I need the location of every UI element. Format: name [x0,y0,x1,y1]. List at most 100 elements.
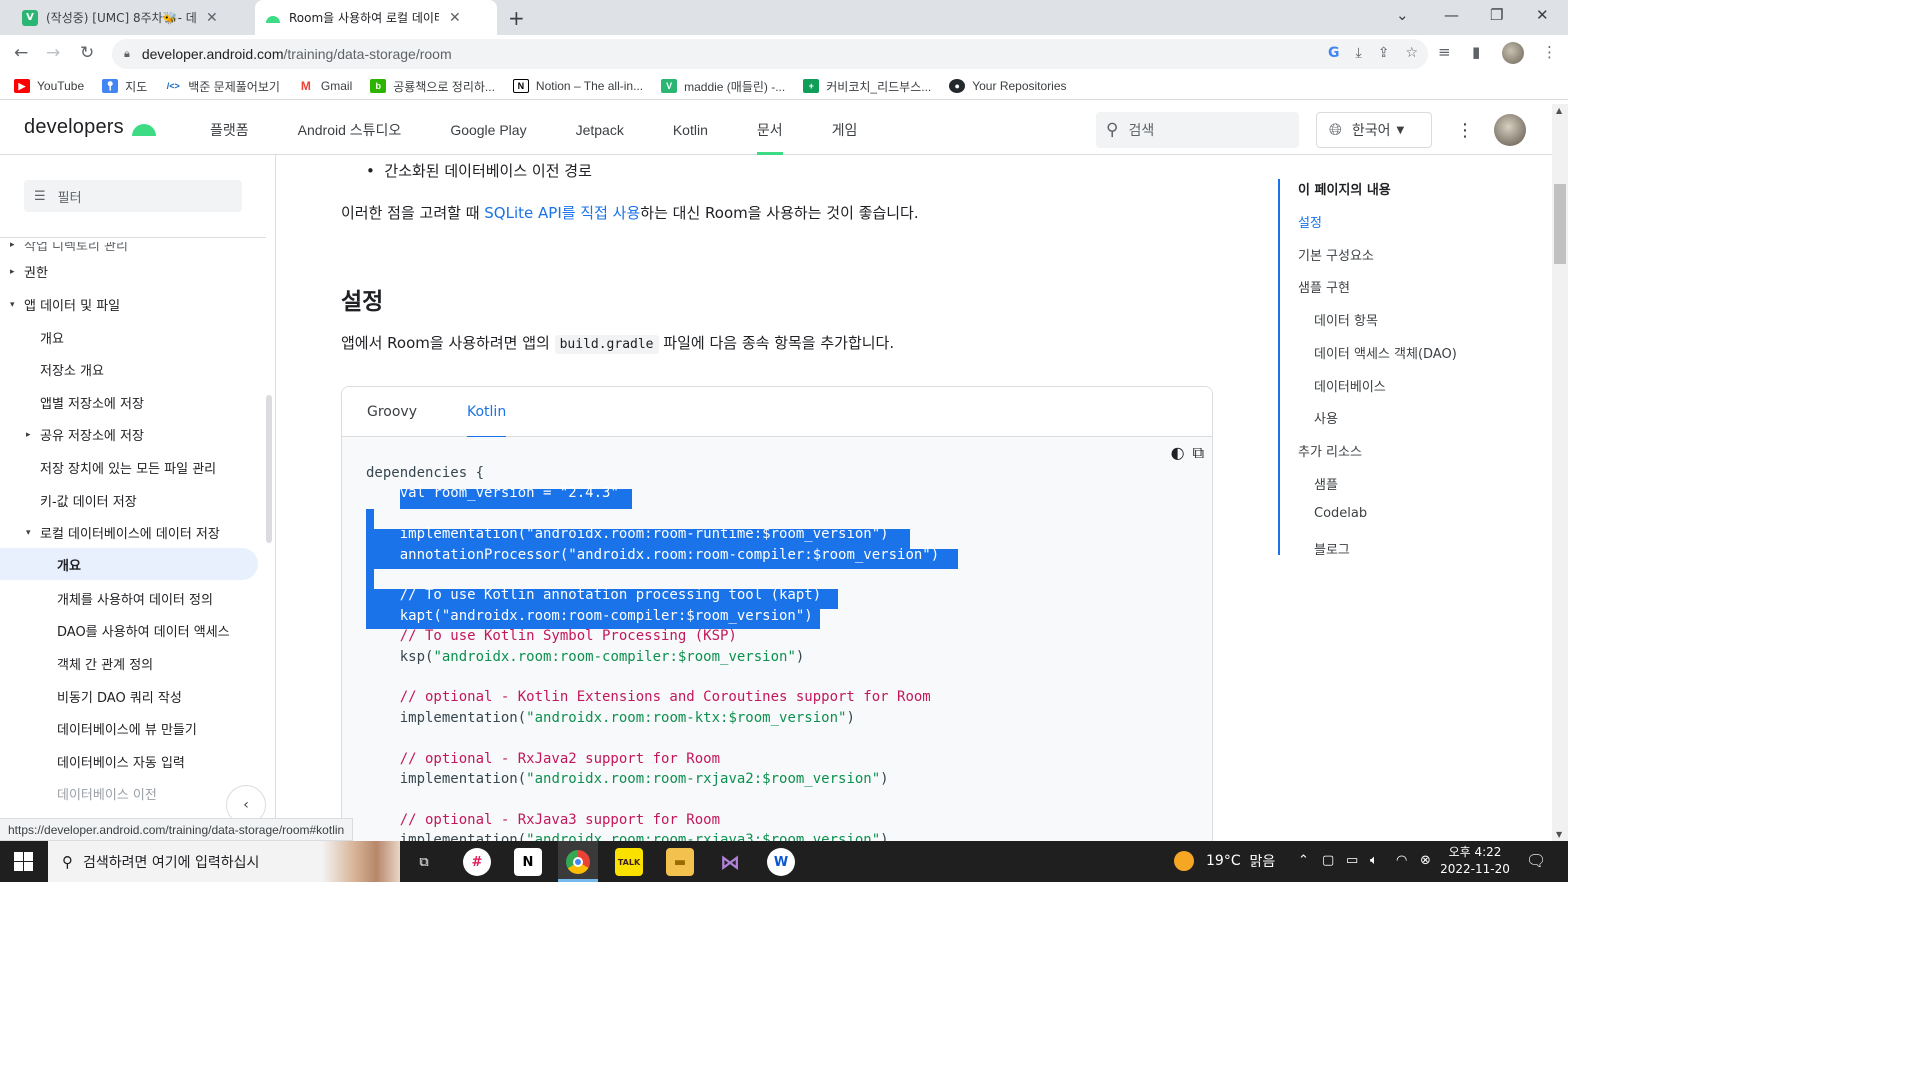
sidebar-item[interactable]: ▾ 앱 데이터 및 파일 [10,295,120,314]
back-icon[interactable]: ← [14,43,28,63]
windows-start-icon[interactable] [14,852,33,871]
theme-toggle-icon[interactable]: ◐ [1171,443,1185,463]
sidebar-item[interactable]: DAO를 사용하여 데이터 액세스 [57,621,230,640]
tab-groovy[interactable]: Groovy [367,387,417,437]
toc-link[interactable]: 데이터베이스 [1314,376,1386,395]
chrome-taskbar-button[interactable] [558,841,598,882]
bookmark-youtube[interactable]: ▶ YouTube [14,79,84,93]
chevron-up-icon[interactable]: ⌃ [1298,853,1309,868]
google-icon[interactable]: G [1328,45,1340,61]
sidebar-item[interactable]: 비동기 DAO 쿼리 작성 [57,687,182,706]
sidebar-item[interactable]: 데이터베이스 자동 입력 [57,752,185,771]
nav-android-studio[interactable]: Android 스튜디오 [298,104,402,155]
nav-platform[interactable]: 플랫폼 [210,104,249,155]
code-body[interactable]: ◐ ⧉ dependencies { val room_version = "2… [342,437,1212,841]
lock-icon[interactable]: 🔒︎ [124,47,130,61]
nav-jetpack[interactable]: Jetpack [576,104,624,155]
sidebar-item[interactable]: 데이터베이스에 뷰 만들기 [57,719,197,738]
install-icon[interactable]: ⤓ [1356,45,1362,61]
bookmark-baekjoon[interactable]: /<> 백준 문제풀어보기 [165,78,280,95]
sidebar-scrollbar[interactable] [266,395,272,543]
nav-docs[interactable]: 문서 [756,104,783,155]
tab-kotlin[interactable]: Kotlin [467,387,507,438]
nav-games[interactable]: 게임 [832,104,858,155]
toc-link[interactable]: 데이터 액세스 객체(DAO) [1314,343,1457,362]
restore-icon[interactable]: ❐ [1490,6,1503,24]
close-tab-icon[interactable]: ✕ [449,10,461,26]
sidebar-item[interactable]: 데이터베이스 이전 [57,784,157,803]
side-panel-icon[interactable]: ▮ [1472,43,1480,61]
sidebar-item[interactable]: 개요 [0,548,258,580]
slack-icon[interactable]: # [463,848,491,876]
kakaotalk-icon[interactable]: TALK [615,848,643,876]
browser-tab-room[interactable]: Room을 사용하여 로컬 데이터베이스 ✕ [255,0,497,35]
file-explorer-icon[interactable]: ▬ [666,848,694,876]
bookmark-github[interactable]: ● Your Repositories [949,79,1067,93]
tab-search-chevron-icon[interactable]: ⌄ [1396,6,1409,24]
developers-logo[interactable]: developers [24,116,156,139]
nav-google-play[interactable]: Google Play [450,104,526,155]
notion-icon[interactable]: N [514,848,542,876]
volume-icon[interactable]: 🔈︎ [1370,853,1378,868]
toc-link[interactable]: 기본 구성요소 [1298,245,1374,264]
toc-link[interactable]: 사용 [1314,408,1338,427]
reload-icon[interactable]: ↻ [80,43,94,63]
nav-kotlin[interactable]: Kotlin [673,104,708,155]
close-tab-icon[interactable]: ✕ [206,10,218,26]
battery-icon[interactable]: ▭ [1346,853,1358,868]
weather-widget[interactable]: 19°C 맑음 [1174,851,1275,871]
sidebar-item[interactable]: 키-값 데이터 저장 [40,491,137,510]
sidebar-item[interactable]: ▾ 로컬 데이터베이스에 데이터 저장 [26,523,220,542]
toc-link[interactable]: 추가 리소스 [1298,441,1362,460]
bookmark-coach[interactable]: + 커비코치_리드부스... [803,78,931,95]
sidebar-item[interactable]: ▸ 공유 저장소에 저장 [26,425,144,444]
sidebar-item[interactable]: 저장소 개요 [40,360,104,379]
scrollbar-thumb[interactable] [1554,184,1566,264]
bookmark-star-icon[interactable]: ☆ [1405,45,1418,61]
visual-studio-icon[interactable]: ⋈ [716,848,744,876]
taskbar-clock[interactable]: 오후 4:22 2022-11-20 [1440,844,1510,878]
task-view-icon[interactable]: ⧉ [410,848,438,876]
toc-link[interactable]: 블로그 [1314,539,1350,558]
minimize-icon[interactable]: — [1444,6,1459,24]
page-scrollbar[interactable]: ▲ ▼ [1552,104,1568,841]
address-bar[interactable]: 🔒︎ developer.android.com/training/data-s… [112,39,1428,69]
sidebar-item[interactable]: 개체를 사용하여 데이터 정의 [57,589,213,608]
scroll-down-icon[interactable]: ▼ [1556,830,1562,839]
app-w-icon[interactable]: W [767,848,795,876]
sidebar-item[interactable]: 앱별 저장소에 저장 [40,393,144,412]
scroll-up-icon[interactable]: ▲ [1556,106,1562,115]
filter-input[interactable]: ☰ 필터 [24,180,242,212]
sqlite-api-link[interactable]: SQLite API를 직접 사용 [484,204,640,222]
toc-link[interactable]: 샘플 구현 [1298,277,1350,296]
site-search-input[interactable]: ⚲ 검색 [1096,112,1299,148]
forward-icon[interactable]: → [46,43,60,63]
user-avatar[interactable] [1494,114,1526,146]
toc-link[interactable]: 설정 [1298,212,1322,231]
notification-icon[interactable]: 🗨︎ [1526,851,1546,870]
mute-icon[interactable]: ⊗ [1420,853,1431,868]
bookmark-gmail[interactable]: M Gmail [298,79,352,93]
sidebar-item[interactable]: 객체 간 관계 정의 [57,654,153,673]
copy-icon[interactable]: ⧉ [1193,443,1204,463]
new-tab-button[interactable]: + [508,6,525,30]
reading-list-icon[interactable]: ≡ [1438,43,1451,61]
profile-avatar[interactable] [1502,42,1524,64]
share-icon[interactable]: ⇪ [1378,45,1390,61]
bookmark-blog[interactable]: b 공룡책으로 정리하... [370,78,495,95]
bookmark-maddie[interactable]: Vmaddie (매들린) -... [661,78,785,95]
toc-link[interactable]: 샘플 [1314,474,1338,493]
bookmark-notion[interactable]: N Notion – The all-in... [512,79,643,93]
close-window-icon[interactable]: ✕ [1536,6,1549,24]
sidebar-item[interactable]: 개요 [40,328,64,347]
device-icon[interactable]: ▢ [1322,853,1334,868]
language-select[interactable]: 🌐︎ 한국어 ▼ [1316,112,1432,148]
wifi-icon[interactable]: ◠ [1396,853,1407,868]
menu-icon[interactable]: ⋮ [1542,43,1557,61]
bookmark-maps[interactable]: 📍︎ 지도 [102,78,147,95]
browser-tab-umc[interactable]: V (작성중) [UMC] 8주차🐝- 데이터 ✕ [12,0,228,35]
toc-link[interactable]: Codelab [1314,506,1367,521]
sidebar-item[interactable]: 저장 장치에 있는 모든 파일 관리 [40,458,216,477]
toc-link[interactable]: 데이터 항목 [1314,310,1378,329]
sidebar-item[interactable]: ▸ 권한 [10,262,48,281]
